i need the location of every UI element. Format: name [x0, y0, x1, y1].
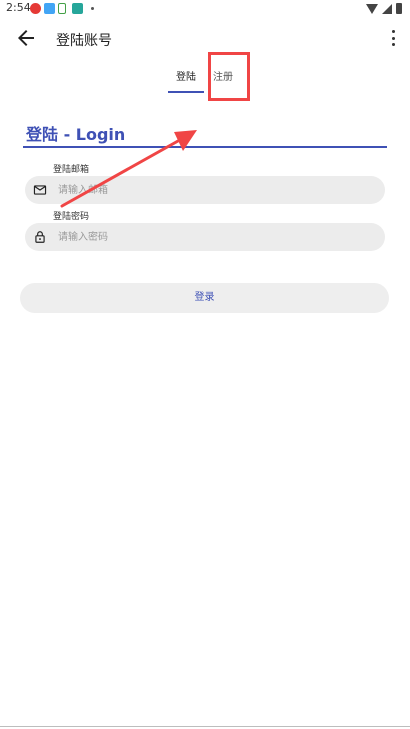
login-button[interactable]: 登录: [20, 283, 389, 313]
battery-icon: [396, 3, 402, 14]
navigation-bar-divider: [0, 726, 410, 727]
password-input[interactable]: [58, 227, 368, 247]
annotation-arrow-icon: [60, 130, 197, 208]
more-notifications-dot-icon: [91, 7, 94, 10]
email-input[interactable]: [58, 180, 368, 200]
email-field-container: [25, 176, 385, 204]
app-bar: 登陆账号: [0, 22, 410, 56]
more-options-icon[interactable]: [390, 30, 396, 46]
password-field-container: [25, 223, 385, 251]
login-heading: 登陆 - Login: [26, 125, 126, 144]
notification-app-icon: [30, 3, 41, 14]
status-bar: 2:54: [0, 0, 410, 18]
notification-app-icon: [58, 3, 66, 14]
lock-icon: [35, 231, 45, 243]
status-indicators: [366, 3, 402, 14]
email-label: 登陆邮箱: [53, 165, 90, 175]
password-label: 登陆密码: [53, 212, 90, 222]
heading-divider: [23, 146, 387, 148]
signal-icon: [382, 3, 392, 14]
wifi-icon: [366, 3, 378, 14]
mail-icon: [33, 185, 47, 195]
notification-app-icon: [72, 3, 83, 14]
status-time: 2:54: [6, 1, 31, 14]
notification-app-icon: [44, 3, 55, 14]
tab-login[interactable]: 登陆: [168, 68, 204, 83]
annotation-highlight-box: [208, 52, 250, 101]
tab-active-indicator: [168, 91, 204, 93]
page-title: 登陆账号: [56, 33, 112, 49]
back-arrow-icon[interactable]: [14, 26, 38, 50]
